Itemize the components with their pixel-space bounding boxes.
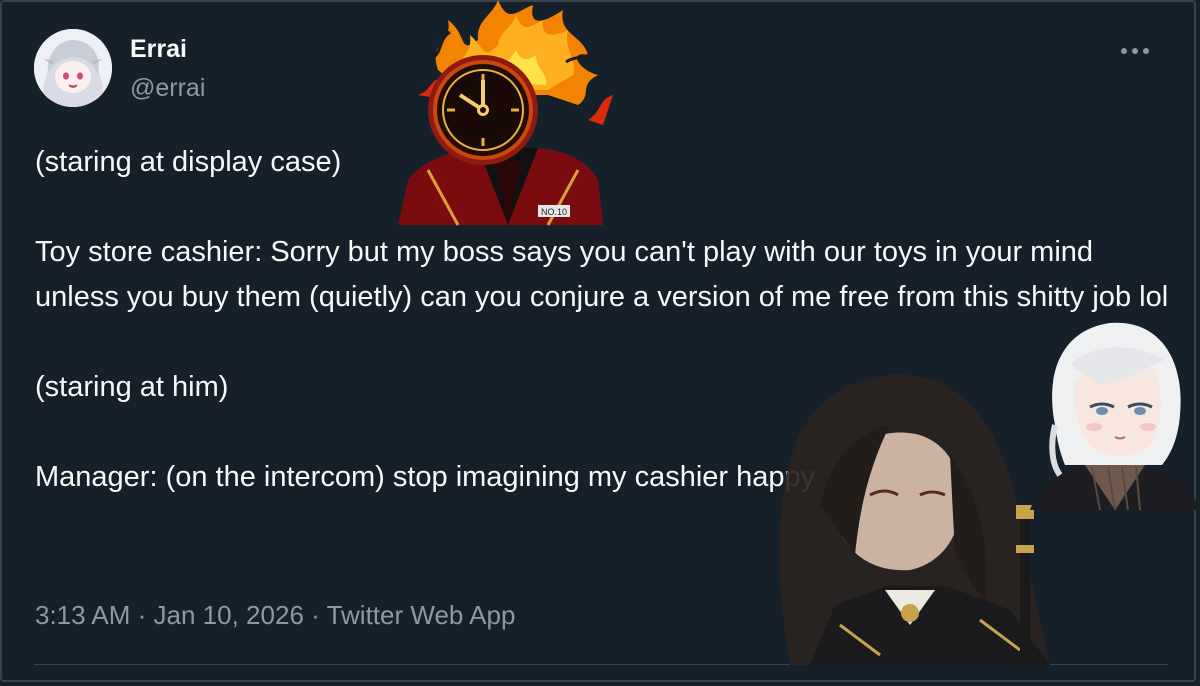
tweet-line: Toy store cashier: Sorry but my boss say… — [35, 236, 1169, 313]
tweet-time: 3:13 AM — [35, 600, 131, 630]
tweet-metadata: 3:13 AM · Jan 10, 2026 · Twitter Web App — [35, 600, 515, 631]
author-display-name[interactable]: Errai — [130, 35, 187, 64]
tweet-date: Jan 10, 2026 — [153, 600, 304, 630]
more-horizontal-icon — [1121, 48, 1149, 54]
tweet-card: Errai @errai (staring at display case) T… — [0, 0, 1200, 686]
more-options-button[interactable] — [1112, 36, 1158, 66]
tweet-source: Twitter Web App — [326, 600, 516, 630]
meta-separator: · — [137, 600, 147, 630]
meta-separator: · — [311, 600, 320, 630]
avatar[interactable] — [34, 29, 112, 107]
badge-text: NO.10 — [541, 207, 567, 217]
white-haired-character-icon — [1030, 322, 1200, 511]
flaming-clock-head-icon: NO.10 — [398, 0, 613, 226]
avatar-image — [34, 29, 112, 107]
tweet-time-link[interactable]: 3:13 AM · Jan 10, 2026 — [35, 600, 304, 630]
author-handle[interactable]: @errai — [130, 74, 205, 103]
